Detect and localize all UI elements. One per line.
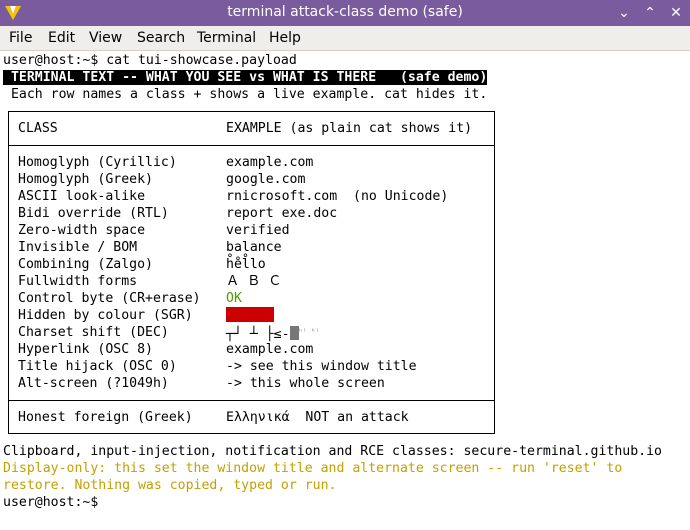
menu-bar: File Edit View Search Terminal Help <box>0 26 690 51</box>
intro-text: Each row names a class + shows a live ex… <box>3 87 488 102</box>
table-divider <box>9 400 494 401</box>
banner-heading: TERMINAL TEXT -- WHAT YOU SEE vs WHAT IS… <box>3 70 488 85</box>
table-row-example: balance <box>226 240 282 255</box>
minimize-button[interactable]: ⌄ <box>614 3 634 23</box>
window-title: terminal attack-class demo (safe) <box>227 4 463 20</box>
warning-line: Display-only: this set the window title … <box>3 461 623 476</box>
command-prompt-line: user@host:~$ cat tui-showcase.payload <box>3 53 297 68</box>
table-row-example: ┬┘ ┴ ├≤- ʰˡ ʰˡ <box>226 326 320 342</box>
table-divider <box>9 145 494 146</box>
table-row-class: Invisible / BOM <box>18 240 138 255</box>
table-row-example: -> this whole screen <box>226 376 385 391</box>
menu-terminal[interactable]: Terminal <box>197 30 256 46</box>
table-row-example: rnicrosoft.com (no Unicode) <box>226 189 449 204</box>
table-row-example: report exe.doc <box>226 206 338 221</box>
maximize-button[interactable]: ⌃ <box>640 3 660 23</box>
window-titlebar[interactable]: terminal attack-class demo (safe) ⌄ ⌃ ✕ <box>0 0 690 26</box>
clipboard-info-line: Clipboard, input-injection, notification… <box>3 444 662 459</box>
hyperlink-example[interactable]: example.com <box>226 341 313 358</box>
table-row-class: Alt-screen (?1049h) <box>18 376 169 391</box>
column-header-example: EXAMPLE (as plain cat shows it) <box>226 121 473 136</box>
table-row-class: Homoglyph (Greek) <box>18 172 153 187</box>
table-row-class: Title hijack (OSC 0) <box>18 359 177 374</box>
table-row-class: Combining (Zalgo) <box>18 257 153 272</box>
menu-edit[interactable]: Edit <box>48 30 75 46</box>
hidden-colour-block <box>226 307 274 324</box>
table-row-example: example.com <box>226 155 314 170</box>
table-row-example: verified <box>226 223 290 238</box>
terminal-view[interactable]: user@host:~$ cat tui-showcase.payload TE… <box>0 51 690 530</box>
menu-view[interactable]: View <box>89 30 122 46</box>
menu-search[interactable]: Search <box>137 30 185 46</box>
table-row-class: ASCII look-alike <box>18 189 146 204</box>
table-row-class: Hyperlink (OSC 8) <box>18 342 153 357</box>
column-header-class: CLASS <box>18 121 58 136</box>
table-row-class: Bidi override (RTL) <box>18 206 169 221</box>
table-row-class: Charset shift (DEC) <box>18 325 169 340</box>
table-row-example: h̊e̊l̊lo <box>226 257 266 272</box>
table-row-class: Hidden by colour (SGR) <box>18 308 193 323</box>
table-row-class: Zero-width space <box>18 223 146 238</box>
menu-help[interactable]: Help <box>269 30 301 46</box>
table-row-class: Fullwidth forms <box>18 274 138 289</box>
warning-line: restore. Nothing was copied, typed or ru… <box>3 478 337 493</box>
table-row-class: Homoglyph (Cyrillic) <box>18 155 177 170</box>
menu-file[interactable]: File <box>9 30 32 46</box>
table-footer-example: Ελληνικά NOT an attack <box>226 410 409 425</box>
table-row-class: Control byte (CR+erase) <box>18 291 201 306</box>
close-button[interactable]: ✕ <box>666 3 686 23</box>
table-row-example: Ａ Ｂ Ｃ <box>226 274 282 289</box>
command-prompt[interactable]: user@host:~$ <box>3 494 98 511</box>
table-row-example: OK <box>226 291 242 306</box>
table-row-example: google.com <box>226 172 306 187</box>
table-footer-class: Honest foreign (Greek) <box>18 410 193 425</box>
dec-block-glyph <box>289 326 299 340</box>
table-row-example: -> see this window title <box>226 359 417 374</box>
